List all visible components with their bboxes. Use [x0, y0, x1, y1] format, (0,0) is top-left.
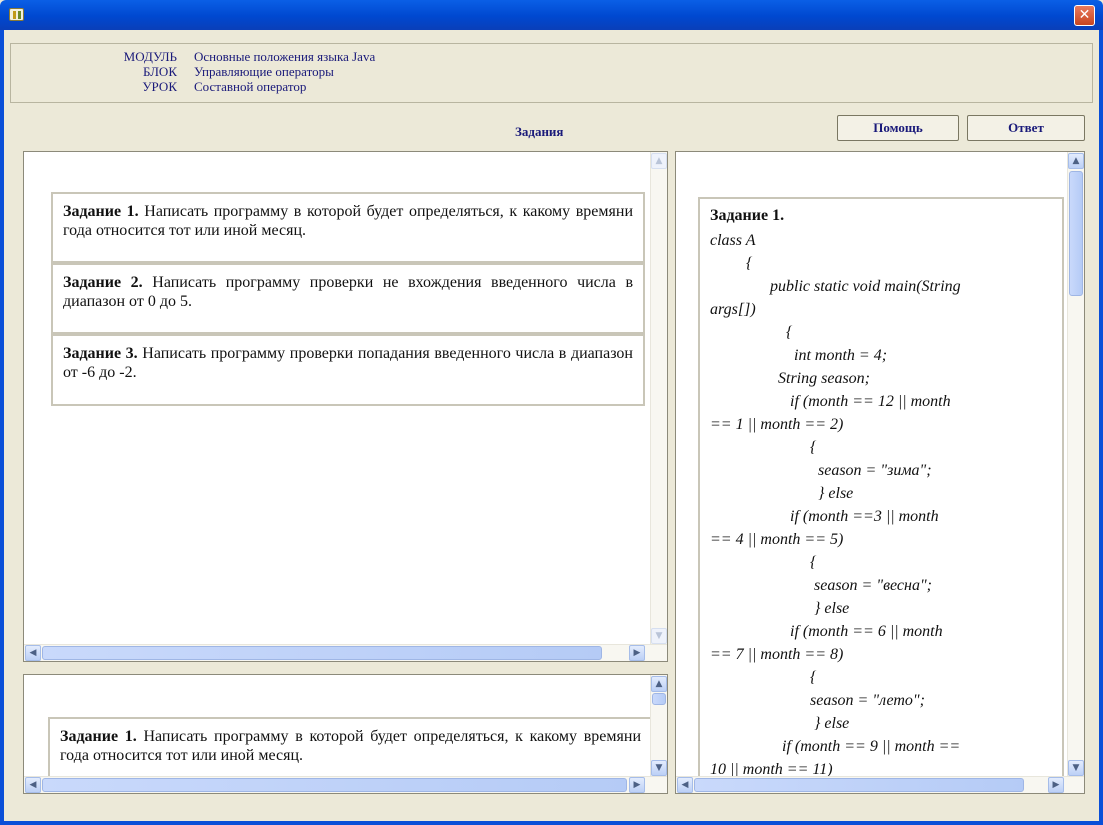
vertical-scrollbar[interactable]: ▲ ▼: [650, 675, 667, 777]
horizontal-scroll-thumb[interactable]: [42, 646, 602, 660]
scroll-right-icon[interactable]: ▶: [629, 777, 645, 793]
scroll-down-icon[interactable]: ▼: [651, 628, 667, 644]
scroll-left-icon[interactable]: ◀: [25, 645, 41, 661]
help-button[interactable]: Помощь: [837, 115, 959, 141]
app-book-icon: [9, 8, 24, 21]
horizontal-scroll-thumb[interactable]: [42, 778, 627, 792]
scroll-up-icon[interactable]: ▲: [1068, 153, 1084, 169]
scroll-down-icon[interactable]: ▼: [1068, 760, 1084, 776]
title-bar: ✕: [0, 0, 1103, 30]
horizontal-scrollbar[interactable]: ◀ ▶: [676, 776, 1084, 793]
vertical-scroll-thumb[interactable]: [652, 693, 666, 705]
answer-button[interactable]: Ответ: [967, 115, 1085, 141]
lesson-info-panel: МОДУЛЬ БЛОК УРОК Основные положения язык…: [10, 43, 1093, 103]
scroll-down-icon[interactable]: ▼: [651, 760, 667, 776]
preview-task-text: Написать программу в которой будет опред…: [60, 728, 642, 764]
lesson-value: Составной оператор: [194, 79, 307, 94]
scroll-left-icon[interactable]: ◀: [25, 777, 41, 793]
horizontal-scrollbar[interactable]: ◀ ▶: [24, 776, 667, 793]
task-preview-panel[interactable]: Задание 1. Написать программу в которой …: [23, 674, 668, 794]
task-text: Написать программу проверки попадания вв…: [63, 345, 633, 381]
horizontal-scroll-thumb[interactable]: [694, 778, 1024, 792]
task-label: Задание 2.: [63, 274, 143, 291]
lesson-label: УРОК: [142, 79, 177, 94]
answer-title: Задание 1.: [710, 207, 785, 224]
task-card[interactable]: Задание 2. Написать программу проверки н…: [51, 263, 645, 334]
vertical-scrollbar[interactable]: ▲ ▼: [650, 152, 667, 645]
vertical-scrollbar[interactable]: ▲ ▼: [1067, 152, 1084, 777]
close-button[interactable]: ✕: [1074, 5, 1095, 26]
scroll-right-icon[interactable]: ▶: [629, 645, 645, 661]
task-label: Задание 3.: [63, 345, 138, 362]
block-label: БЛОК: [142, 64, 177, 79]
tasks-panel[interactable]: Задание 1. Написать программу в которой …: [23, 151, 668, 662]
block-value: Управляющие операторы: [194, 64, 334, 79]
task-card[interactable]: Задание 1. Написать программу в которой …: [51, 192, 645, 263]
tasks-section-title: Задания: [515, 124, 564, 139]
info-values: Основные положения языка Java Управляющи…: [194, 49, 694, 94]
scroll-up-icon[interactable]: ▲: [651, 153, 667, 169]
module-value: Основные положения языка Java: [194, 49, 376, 64]
info-labels: МОДУЛЬ БЛОК УРОК: [87, 49, 177, 94]
task-label: Задание 1.: [63, 203, 139, 220]
task-text: Написать программу в которой будет опред…: [63, 203, 634, 239]
answer-panel[interactable]: Задание 1. class A { public static void …: [675, 151, 1085, 794]
answer-code: class A { public static void main(String…: [710, 232, 961, 778]
vertical-scroll-thumb[interactable]: [1069, 171, 1083, 296]
scroll-left-icon[interactable]: ◀: [677, 777, 693, 793]
horizontal-scrollbar[interactable]: ◀ ▶: [24, 644, 667, 661]
answer-content: Задание 1. class A { public static void …: [698, 197, 1064, 793]
scroll-up-icon[interactable]: ▲: [651, 676, 667, 692]
preview-task-label: Задание 1.: [60, 728, 137, 745]
task-text: Написать программу проверки не вхождения…: [63, 274, 634, 310]
task-card[interactable]: Задание 3. Написать программу проверки п…: [51, 334, 645, 406]
scroll-right-icon[interactable]: ▶: [1048, 777, 1064, 793]
module-label: МОДУЛЬ: [123, 49, 177, 64]
